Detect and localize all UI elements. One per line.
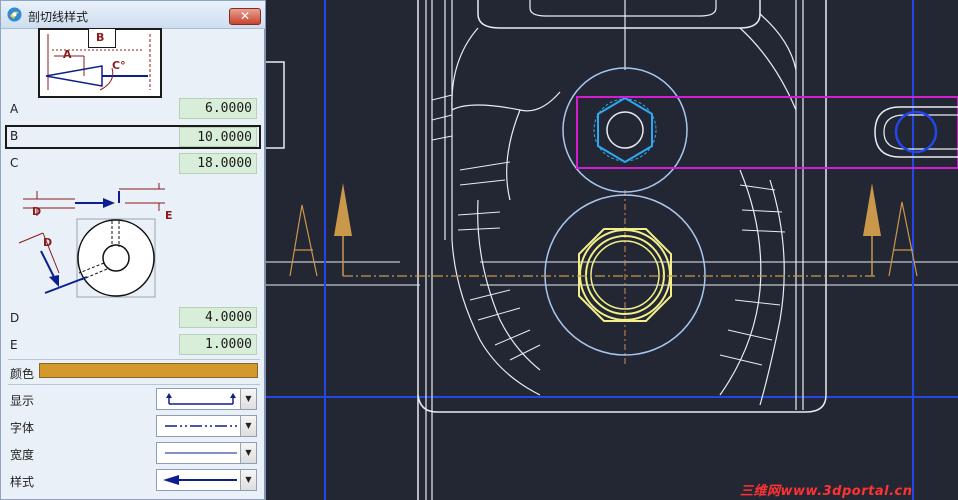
rib-line (457, 227, 501, 231)
chevron-down-icon[interactable]: ▼ (240, 416, 256, 436)
rib-curve (719, 169, 762, 396)
hex-nut (597, 96, 653, 164)
housing-top (477, 0, 761, 29)
diagram-drawing (18, 183, 165, 298)
rib-line (459, 161, 511, 171)
diagram-label-c: C° (112, 59, 126, 72)
rib-line (719, 354, 763, 366)
rib-curve (451, 239, 541, 396)
style-label: 样式 (10, 475, 35, 489)
upper-boss-circle (562, 67, 688, 193)
chevron-down-icon[interactable]: ▼ (240, 389, 256, 409)
display-preview (166, 393, 236, 405)
upper-bore-circle (606, 111, 644, 149)
display-label: 显示 (10, 394, 35, 408)
rib-curve (759, 179, 785, 406)
close-button[interactable]: ✕ (229, 8, 261, 25)
rib-line (431, 135, 453, 141)
rib-line (739, 184, 776, 191)
arrow-geometry-diagram: D E D (15, 181, 175, 301)
chevron-down-icon[interactable]: ▼ (240, 470, 256, 490)
rib-line (741, 209, 783, 213)
panel-titlebar[interactable]: 剖切线样式 ✕ (1, 1, 265, 29)
lineweight-preview (165, 452, 237, 454)
section-line-style-panel: 剖切线样式 ✕ B A C° A 6.0000 B 10.0000 C 18.0… (0, 0, 266, 500)
field-b-label: B (10, 129, 19, 143)
rib-curve (759, 13, 797, 71)
bracket-outline (266, 61, 285, 149)
watermark: 三维网www.3dportal.cn (740, 484, 913, 499)
diagram-label-d-top: D (32, 205, 42, 218)
linetype-preview (165, 425, 237, 427)
panel-title: 剖切线样式 (28, 10, 89, 24)
display-dropdown[interactable]: ▼ (156, 388, 257, 410)
rib-curve (451, 27, 479, 111)
section-arrow-left (334, 183, 352, 236)
field-a-input[interactable]: 6.0000 (179, 98, 257, 119)
style-dropdown[interactable]: ▼ (156, 469, 257, 491)
width-dropdown[interactable]: ▼ (156, 442, 257, 464)
field-c-label: C (10, 156, 19, 170)
font-dropdown[interactable]: ▼ (156, 415, 257, 437)
chevron-down-icon[interactable]: ▼ (240, 443, 256, 463)
field-e-label: E (10, 338, 18, 352)
font-label: 字体 (10, 421, 35, 435)
rib-line (741, 229, 786, 233)
rib-line (457, 211, 501, 216)
field-b-input[interactable]: 10.0000 (179, 127, 257, 147)
rib-line (431, 114, 453, 121)
color-swatch[interactable] (39, 363, 258, 378)
divider (8, 384, 260, 385)
field-d-label: D (10, 311, 20, 325)
field-a-label: A (10, 102, 19, 116)
rib-line (509, 344, 541, 361)
rib-curve (451, 91, 561, 112)
diagram-label-b: B (96, 31, 105, 44)
section-arrow-right (863, 183, 881, 236)
width-label: 宽度 (10, 448, 35, 462)
divider (8, 359, 260, 360)
close-icon: ✕ (239, 9, 251, 23)
field-d-input[interactable]: 4.0000 (179, 307, 257, 328)
rib-line (734, 299, 781, 306)
rib-curve (506, 109, 521, 201)
blue-pin-circle (894, 110, 938, 154)
rib-line (431, 94, 453, 101)
field-e-input[interactable]: 1.0000 (179, 334, 257, 355)
app-logo-icon (7, 7, 22, 22)
diagram-label-e: E (165, 209, 173, 222)
rib-line (494, 329, 531, 346)
hex-nut-circle (593, 98, 657, 162)
section-label-left (289, 204, 318, 277)
color-label: 颜色 (10, 367, 35, 381)
rib-line (459, 179, 506, 186)
diagram-label-d-side: D (43, 236, 53, 249)
arrow-style-preview (163, 475, 237, 485)
field-c-input[interactable]: 18.0000 (179, 153, 257, 174)
diagram-label-a: A (63, 48, 72, 61)
section-geometry-diagram: B A C° (38, 28, 162, 98)
housing-top-inner (529, 0, 717, 17)
